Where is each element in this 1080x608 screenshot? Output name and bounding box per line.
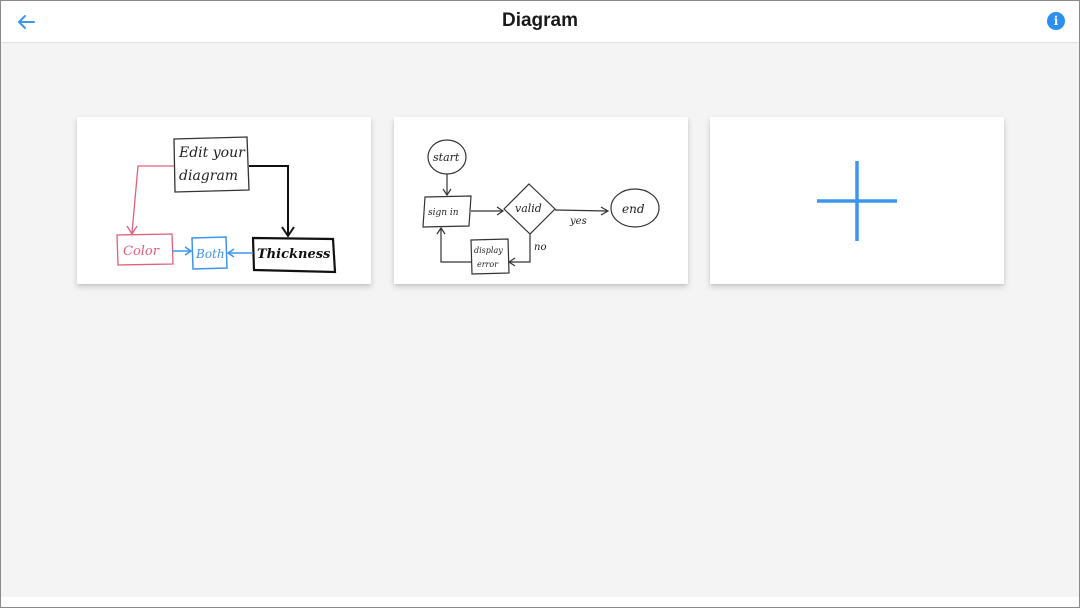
error-label: error (477, 260, 499, 269)
info-icon: i (1053, 14, 1059, 28)
edit-label-line2: diagram (179, 168, 238, 184)
yes-label: yes (569, 216, 587, 227)
diagram-thumbnail-flowchart: start sign in valid yes end no display e… (422, 139, 660, 275)
diagram-thumbnail-edit: Edit your diagram Color Both Thickness (116, 136, 337, 274)
diagram-card-flowchart[interactable]: start sign in valid yes end no display e… (394, 117, 688, 284)
app-window: Diagram i Edit your diagram Color Both T… (0, 0, 1080, 608)
bottom-strip (1, 597, 1079, 607)
info-button[interactable]: i (1047, 12, 1065, 30)
thickness-label: Thickness (257, 247, 331, 262)
color-label: Color (123, 244, 160, 259)
display-label: display (474, 246, 503, 255)
top-app-bar: Diagram i (1, 1, 1079, 43)
diagram-card-edit[interactable]: Edit your diagram Color Both Thickness (77, 117, 371, 284)
new-diagram-card[interactable] (710, 117, 1004, 284)
edit-label-line1: Edit your (178, 145, 246, 161)
plus-icon (817, 161, 897, 241)
both-label: Both (195, 247, 225, 261)
end-label: end (622, 202, 645, 216)
page-title: Diagram (501, 10, 579, 31)
sign-in-label: sign in (428, 208, 459, 218)
start-label: start (433, 151, 460, 164)
no-label: no (534, 242, 546, 253)
valid-label: valid (515, 202, 542, 215)
